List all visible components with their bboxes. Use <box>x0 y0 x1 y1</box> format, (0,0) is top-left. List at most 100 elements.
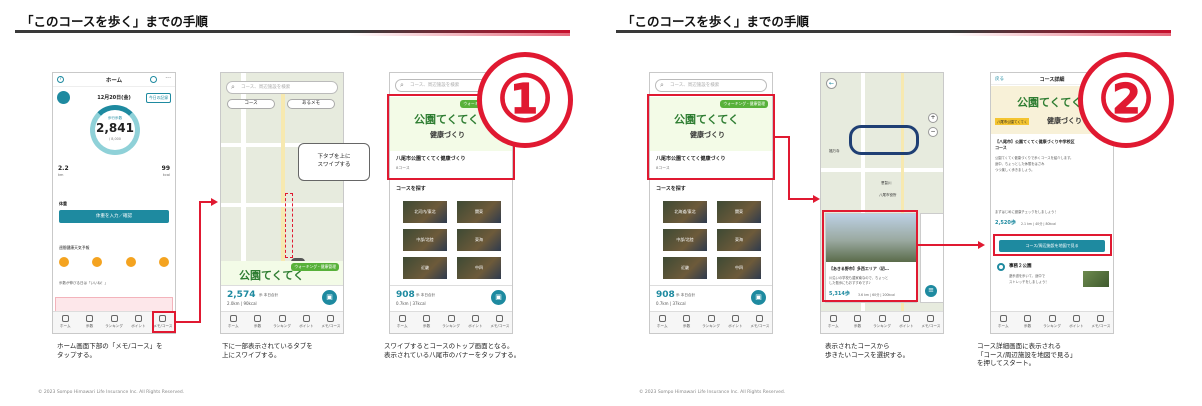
zoom-out-icon[interactable]: − <box>928 127 938 137</box>
title-underline <box>15 30 570 36</box>
map-label: 八尾市役所 <box>879 193 897 197</box>
tab-label: ポイント <box>468 324 483 328</box>
region-tile[interactable]: 関東 <box>457 201 501 223</box>
tab-points[interactable]: ポイント <box>1064 312 1088 333</box>
caption-line: スワイプするとコースのトップ画面となる。 <box>384 342 514 350</box>
tab-home[interactable]: ホーム <box>650 312 674 333</box>
tab-steps[interactable]: 歩数 <box>674 312 698 333</box>
more-icon[interactable]: ··· <box>165 75 171 82</box>
region-tile[interactable]: 東海 <box>457 229 501 251</box>
region-tile[interactable]: 関東 <box>717 201 761 223</box>
tab-points[interactable]: ポイント <box>126 312 150 333</box>
tab-ranking[interactable]: ランキング <box>1040 312 1064 333</box>
tab-ranking[interactable]: ランキング <box>102 312 126 333</box>
region-tile[interactable]: 近畿 <box>663 257 707 279</box>
course-icon[interactable]: ▣ <box>322 290 337 305</box>
slide-right: 「このコースを歩く」までの手順 コース、周辺施設を検索 ウォーキング・健康管理 … <box>601 0 1202 406</box>
course-icon[interactable]: ▣ <box>751 290 766 305</box>
region-tile[interactable]: 北海道/東北 <box>663 201 707 223</box>
course-banner-peek[interactable]: 公園てくてく ウォーキング・健康管理 <box>221 261 343 285</box>
course-icon[interactable]: ▣ <box>491 290 506 305</box>
sun-icon <box>125 257 136 267</box>
tab-label: ポイント <box>728 324 743 328</box>
title-underline <box>616 30 1171 36</box>
tab-ranking[interactable]: ランキング <box>270 312 294 333</box>
tab-home[interactable]: ホーム <box>221 312 245 333</box>
region-tile[interactable]: 近畿 <box>403 257 447 279</box>
tab-steps[interactable]: 歩数 <box>1015 312 1039 333</box>
distance-value: 2.2 <box>58 165 69 172</box>
tab-label: メモ/コース <box>490 324 510 328</box>
tab-label: ホーム <box>396 324 408 328</box>
search-input[interactable]: コース、周辺施設を検索 <box>226 81 338 94</box>
tab-points[interactable]: ポイント <box>463 312 487 333</box>
tab-points[interactable]: ポイント <box>294 312 318 333</box>
tab-memo-course[interactable]: メモ/コース <box>919 312 943 333</box>
weight-button[interactable]: 体重を入力／確認 <box>59 210 169 223</box>
spot-photo <box>1083 271 1109 287</box>
tab-memo-course[interactable]: メモ/コース <box>1089 312 1113 333</box>
region-tile[interactable]: 中四 <box>717 257 761 279</box>
tab-label: ポイント <box>899 324 914 328</box>
region-tile[interactable]: 東海 <box>717 229 761 251</box>
tab-ranking[interactable]: ランキング <box>870 312 894 333</box>
callout-line: スワイプする <box>317 162 351 168</box>
tab-steps[interactable]: 歩数 <box>414 312 438 333</box>
zoom-in-icon[interactable]: + <box>928 113 938 123</box>
tab-memo-course[interactable]: メモ/コース <box>748 312 772 333</box>
user-icon[interactable] <box>150 76 157 83</box>
stat-unit: 歩 本日合計 <box>676 293 696 297</box>
tab-label: ポイント <box>131 324 146 328</box>
tab-points[interactable]: ポイント <box>723 312 747 333</box>
tab-home[interactable]: ホーム <box>821 312 845 333</box>
tab-label: ホーム <box>997 324 1009 328</box>
caption-line: 歩きたいコースを選択する。 <box>825 350 910 359</box>
tab-label: ポイント <box>299 324 314 328</box>
tab-bar: ホーム 歩数 ランキング ポイント メモ/コース <box>821 311 943 333</box>
tab-steps[interactable]: 歩数 <box>845 312 869 333</box>
connector-line <box>788 136 790 200</box>
highlight-course-card <box>822 210 918 302</box>
caption-step3: スワイプするとコースのトップ画面となる。 表示されている八尾市のバナーをタップす… <box>384 342 520 359</box>
back-icon[interactable]: ← <box>826 78 837 89</box>
tab-home[interactable]: ホーム <box>53 312 77 333</box>
stat-sub: 0.7km | 37kcal <box>656 301 686 306</box>
today-button[interactable]: 今日の記録 <box>146 93 171 103</box>
tab-label: ランキング <box>273 324 291 328</box>
menu-icon[interactable]: ≡ <box>925 285 937 297</box>
caption-line: 下に一部表示されているタブを <box>222 342 313 350</box>
tab-ranking[interactable]: ランキング <box>699 312 723 333</box>
stat-value: 908 <box>396 290 415 300</box>
course-tab[interactable]: コース <box>227 99 275 109</box>
tab-label: ホーム <box>227 324 239 328</box>
search-input[interactable]: コース、周辺施設を検索 <box>655 79 767 92</box>
region-tile[interactable]: 中四 <box>457 257 501 279</box>
region-tile[interactable]: 中部/北陸 <box>403 229 447 251</box>
memo-tab[interactable]: あるメモ <box>287 99 335 109</box>
spot-label: 事務２公園 <box>1009 264 1032 269</box>
detail-desc: 途中、ちょっとした休憩をはさみ <box>995 162 1045 166</box>
find-title: コースを探す <box>396 186 426 192</box>
tab-steps[interactable]: 歩数 <box>77 312 101 333</box>
tab-memo-course[interactable]: メモ/コース <box>488 312 512 333</box>
callout-line: 下タブを上に <box>317 154 351 160</box>
tab-home[interactable]: ホーム <box>991 312 1015 333</box>
caption-line: コース詳細画面に表示される <box>977 342 1062 350</box>
stat-unit: 歩 本日合計 <box>259 293 279 297</box>
tab-label: ランキング <box>1043 324 1061 328</box>
tab-ranking[interactable]: ランキング <box>439 312 463 333</box>
tab-memo-course[interactable]: メモ/コース <box>319 312 343 333</box>
stat-unit: 歩 本日合計 <box>416 293 436 297</box>
tab-points[interactable]: ポイント <box>894 312 918 333</box>
home-header: ? ホーム ··· <box>53 73 175 87</box>
connector-line <box>788 198 815 200</box>
highlight-map-button <box>993 234 1112 256</box>
tab-steps[interactable]: 歩数 <box>245 312 269 333</box>
step-number-badge: ① <box>477 52 573 148</box>
arrow-icon <box>211 198 218 206</box>
region-tile[interactable]: 中部/北陸 <box>663 229 707 251</box>
detail-title: コース <box>995 145 1007 150</box>
tab-home[interactable]: ホーム <box>390 312 414 333</box>
highlight-memo-tab <box>152 311 176 333</box>
region-tile[interactable]: 北河内/東北 <box>403 201 447 223</box>
